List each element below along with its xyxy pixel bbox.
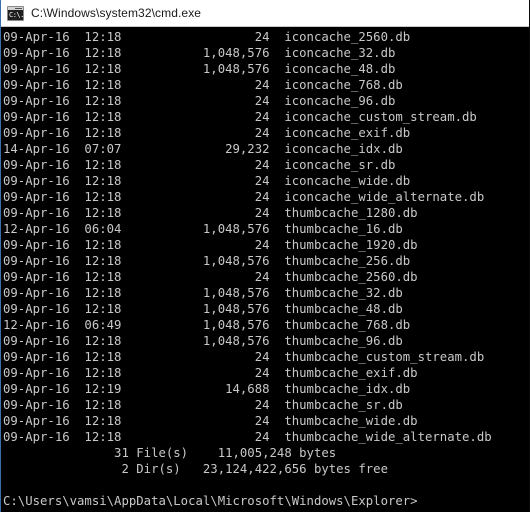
cmd-console-icon: C:\.	[7, 5, 24, 21]
console-output-area[interactable]: 09-Apr-16 12:18 24 iconcache_2560.db 09-…	[1, 27, 529, 511]
cmd-icon-prompt-glyph: C:\.	[9, 10, 24, 19]
cmd-window: C:\. C:\Windows\system32\cmd.exe 09-Apr-…	[0, 0, 530, 512]
console-text-buffer: 09-Apr-16 12:18 24 iconcache_2560.db 09-…	[3, 30, 492, 508]
titlebar-left-group: C:\. C:\Windows\system32\cmd.exe	[7, 5, 202, 21]
window-titlebar[interactable]: C:\. C:\Windows\system32\cmd.exe	[1, 0, 529, 27]
window-title-text: C:\Windows\system32\cmd.exe	[31, 6, 202, 20]
